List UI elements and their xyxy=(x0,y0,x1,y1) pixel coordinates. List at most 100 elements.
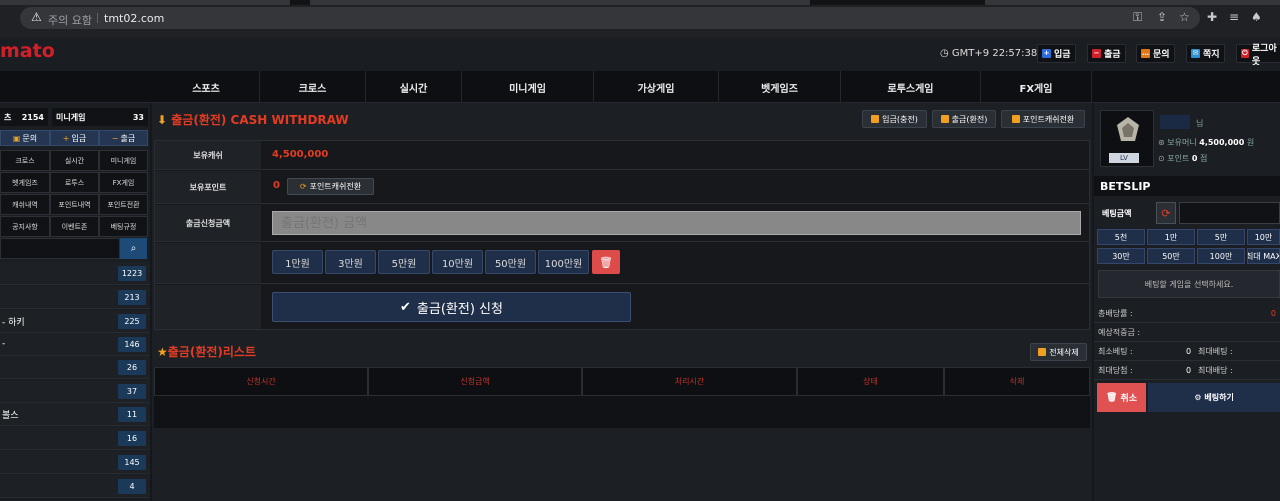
sidebar-withdraw-button[interactable]: − 출금 xyxy=(99,130,148,146)
sidebar-link-rules[interactable]: 베팅규정 xyxy=(99,216,148,237)
nav-lotus[interactable]: 로투스게임 xyxy=(840,71,980,103)
sidebar-link-events[interactable]: 이벤트존 xyxy=(50,216,99,237)
nav-betgames[interactable]: 벳게임즈 xyxy=(718,71,840,103)
quick-amount-button[interactable]: 10만원 xyxy=(432,250,483,274)
sidebar-tab-minigame[interactable]: 미니게임 33 xyxy=(52,108,148,126)
bet-chip-button[interactable]: 30만 xyxy=(1097,248,1145,264)
key-icon[interactable]: ⚿ xyxy=(1133,10,1142,25)
sidebar-sport-label: - xyxy=(2,339,6,349)
sidebar-sport-row[interactable]: 26 xyxy=(0,356,150,379)
sidebar-search-input[interactable] xyxy=(0,238,120,259)
security-warning-text[interactable]: 주의 요함 xyxy=(48,12,92,28)
refresh-icon[interactable]: ⟳ xyxy=(1156,202,1176,224)
bet-chip-button[interactable]: 100만 xyxy=(1197,248,1245,264)
sidebar-link-lotus[interactable]: 로투스 xyxy=(50,172,99,193)
withdraw-amount-input[interactable] xyxy=(272,211,1081,235)
sidebar-sport-row[interactable]: 37 xyxy=(0,380,150,403)
bet-chip-button[interactable]: 10만 xyxy=(1247,229,1280,245)
tab-deposit-button[interactable]: 입금(충전) xyxy=(862,110,927,128)
quick-amount-button[interactable]: 3만원 xyxy=(325,250,376,274)
sidebar-sport-row[interactable]: - 하키 225 xyxy=(0,310,150,333)
plus-icon xyxy=(871,115,880,123)
sidebar-link-point-convert[interactable]: 포인트전환 xyxy=(99,194,148,215)
sidebar-inquiry-button[interactable]: ▣ 문의 xyxy=(0,130,50,146)
quick-amount-button[interactable]: 1만원 xyxy=(272,250,323,274)
nav-minigame[interactable]: 미니게임 xyxy=(461,71,593,103)
withdraw-button[interactable]: − 출금 xyxy=(1087,44,1126,63)
place-bet-button[interactable]: ⚙ 베팅하기 xyxy=(1148,383,1280,412)
logout-button[interactable]: ⏻ 로그아웃 xyxy=(1236,44,1280,67)
nav-fx[interactable]: FX게임 xyxy=(980,71,1092,103)
address-bar[interactable] xyxy=(20,7,1200,29)
bet-cancel-button[interactable]: 🗑 취소 xyxy=(1097,383,1146,412)
sidebar-link-cross[interactable]: 크로스 xyxy=(0,150,50,171)
reading-list-icon[interactable]: ≡ xyxy=(1229,10,1239,24)
bet-chip-button[interactable]: 1만 xyxy=(1147,229,1195,245)
message-label: 쪽지 xyxy=(1203,50,1220,60)
user-point-label: 포인트 xyxy=(1167,154,1190,163)
plus-icon: + xyxy=(1042,49,1051,58)
sidebar-sport-row[interactable]: 213 xyxy=(0,286,150,309)
sidebar-link-cash-history[interactable]: 캐쉬내역 xyxy=(0,194,50,215)
trash-icon: 🗑 xyxy=(1106,392,1118,403)
bet-chip-button[interactable]: 5천 xyxy=(1097,229,1145,245)
withdraw-submit-button[interactable]: ✔ 출금(환전) 신청 xyxy=(272,292,631,322)
tab-point-convert-button[interactable]: 포인트캐쉬전환 xyxy=(1001,110,1085,128)
withdraw-submit-label: 출금(환전) 신청 xyxy=(416,301,503,317)
sidebar-sport-row[interactable]: 145 xyxy=(0,451,150,474)
sidebar-sport-row[interactable]: 16 xyxy=(0,427,150,450)
sidebar-sport-row[interactable]: 볼스 11 xyxy=(0,403,150,426)
sidebar-deposit-button[interactable]: + 입금 xyxy=(50,130,99,146)
bet-chip-button[interactable]: 최대 MAX xyxy=(1247,248,1280,264)
col-process-time: 처리시간 xyxy=(582,367,797,396)
url-text[interactable]: tmt02.com xyxy=(104,12,164,25)
col-request-amount: 신청금액 xyxy=(368,367,582,396)
star-icon[interactable]: ☆ xyxy=(1179,10,1190,24)
nav-sports[interactable]: 스포츠 xyxy=(153,71,259,103)
cash-value: 4,500,000 xyxy=(272,149,329,160)
share-icon[interactable]: ⇪ xyxy=(1157,10,1167,24)
sidebar-sport-count: 4 xyxy=(118,478,146,494)
delete-all-button[interactable]: 전체삭제 xyxy=(1030,343,1087,361)
sidebar-link-notice[interactable]: 공지사항 xyxy=(0,216,50,237)
tab-strip xyxy=(0,0,1280,5)
money-row: ⊛ 보유머니 4,500,000 원 xyxy=(1158,137,1254,148)
sidebar-link-live[interactable]: 실시간 xyxy=(50,150,99,171)
message-button[interactable]: ✉ 쪽지 xyxy=(1186,44,1225,63)
trash-icon[interactable]: 🗑 xyxy=(592,250,620,274)
tab-withdraw-button[interactable]: 출금(환전) xyxy=(932,110,996,128)
warning-triangle-icon[interactable]: ⚠ xyxy=(31,10,42,24)
nav-live[interactable]: 실시간 xyxy=(365,71,461,103)
point-convert-button[interactable]: ⟳ 포인트캐쉬전환 xyxy=(287,178,374,195)
sidebar-link-minigame[interactable]: 미니게임 xyxy=(99,150,148,171)
sidebar-sport-row[interactable]: - 146 xyxy=(0,333,150,356)
bet-chip-button[interactable]: 5만 xyxy=(1197,229,1245,245)
extension-icon[interactable]: ✚ xyxy=(1207,10,1217,24)
bet-chip-button[interactable]: 50만 xyxy=(1147,248,1195,264)
quick-amount-button[interactable]: 5만원 xyxy=(378,250,430,274)
sidebar-sport-row[interactable]: 1223 xyxy=(0,262,150,285)
site-logo[interactable]: mato xyxy=(0,40,55,62)
search-icon[interactable]: ⌕ xyxy=(120,238,147,259)
username-box xyxy=(1160,115,1190,129)
quick-amount-button[interactable]: 100만원 xyxy=(538,250,589,274)
sidebar-sport-count: 213 xyxy=(118,289,146,305)
sidebar-link-point-history[interactable]: 포인트내역 xyxy=(50,194,99,215)
bet-select-message: 베팅할 게임을 선택하세요. xyxy=(1098,270,1280,298)
inquiry-button[interactable]: … 문의 xyxy=(1136,44,1175,63)
profile-icon[interactable]: ♠ xyxy=(1251,10,1262,24)
arrow-down-icon: ⬇ xyxy=(157,113,168,127)
sidebar-link-fx[interactable]: FX게임 xyxy=(99,172,148,193)
quick-amount-button[interactable]: 50만원 xyxy=(485,250,536,274)
nav-virtual[interactable]: 가상게임 xyxy=(593,71,718,103)
sidebar-deposit-label: 입금 xyxy=(71,133,87,143)
withdraw-label: 출금 xyxy=(1104,50,1121,60)
deposit-button[interactable]: + 입금 xyxy=(1037,44,1076,63)
nav-cross[interactable]: 크로스 xyxy=(259,71,365,103)
sidebar-link-betgames[interactable]: 벳게임즈 xyxy=(0,172,50,193)
bet-amount-input[interactable] xyxy=(1179,202,1280,224)
clock: ◷ GMT+9 22:57:38 xyxy=(940,48,1037,59)
sidebar-sport-row[interactable]: 4 xyxy=(0,475,150,498)
sidebar-tab-sports[interactable]: 츠 2154 xyxy=(0,108,48,126)
mail-icon: ✉ xyxy=(1191,49,1200,58)
